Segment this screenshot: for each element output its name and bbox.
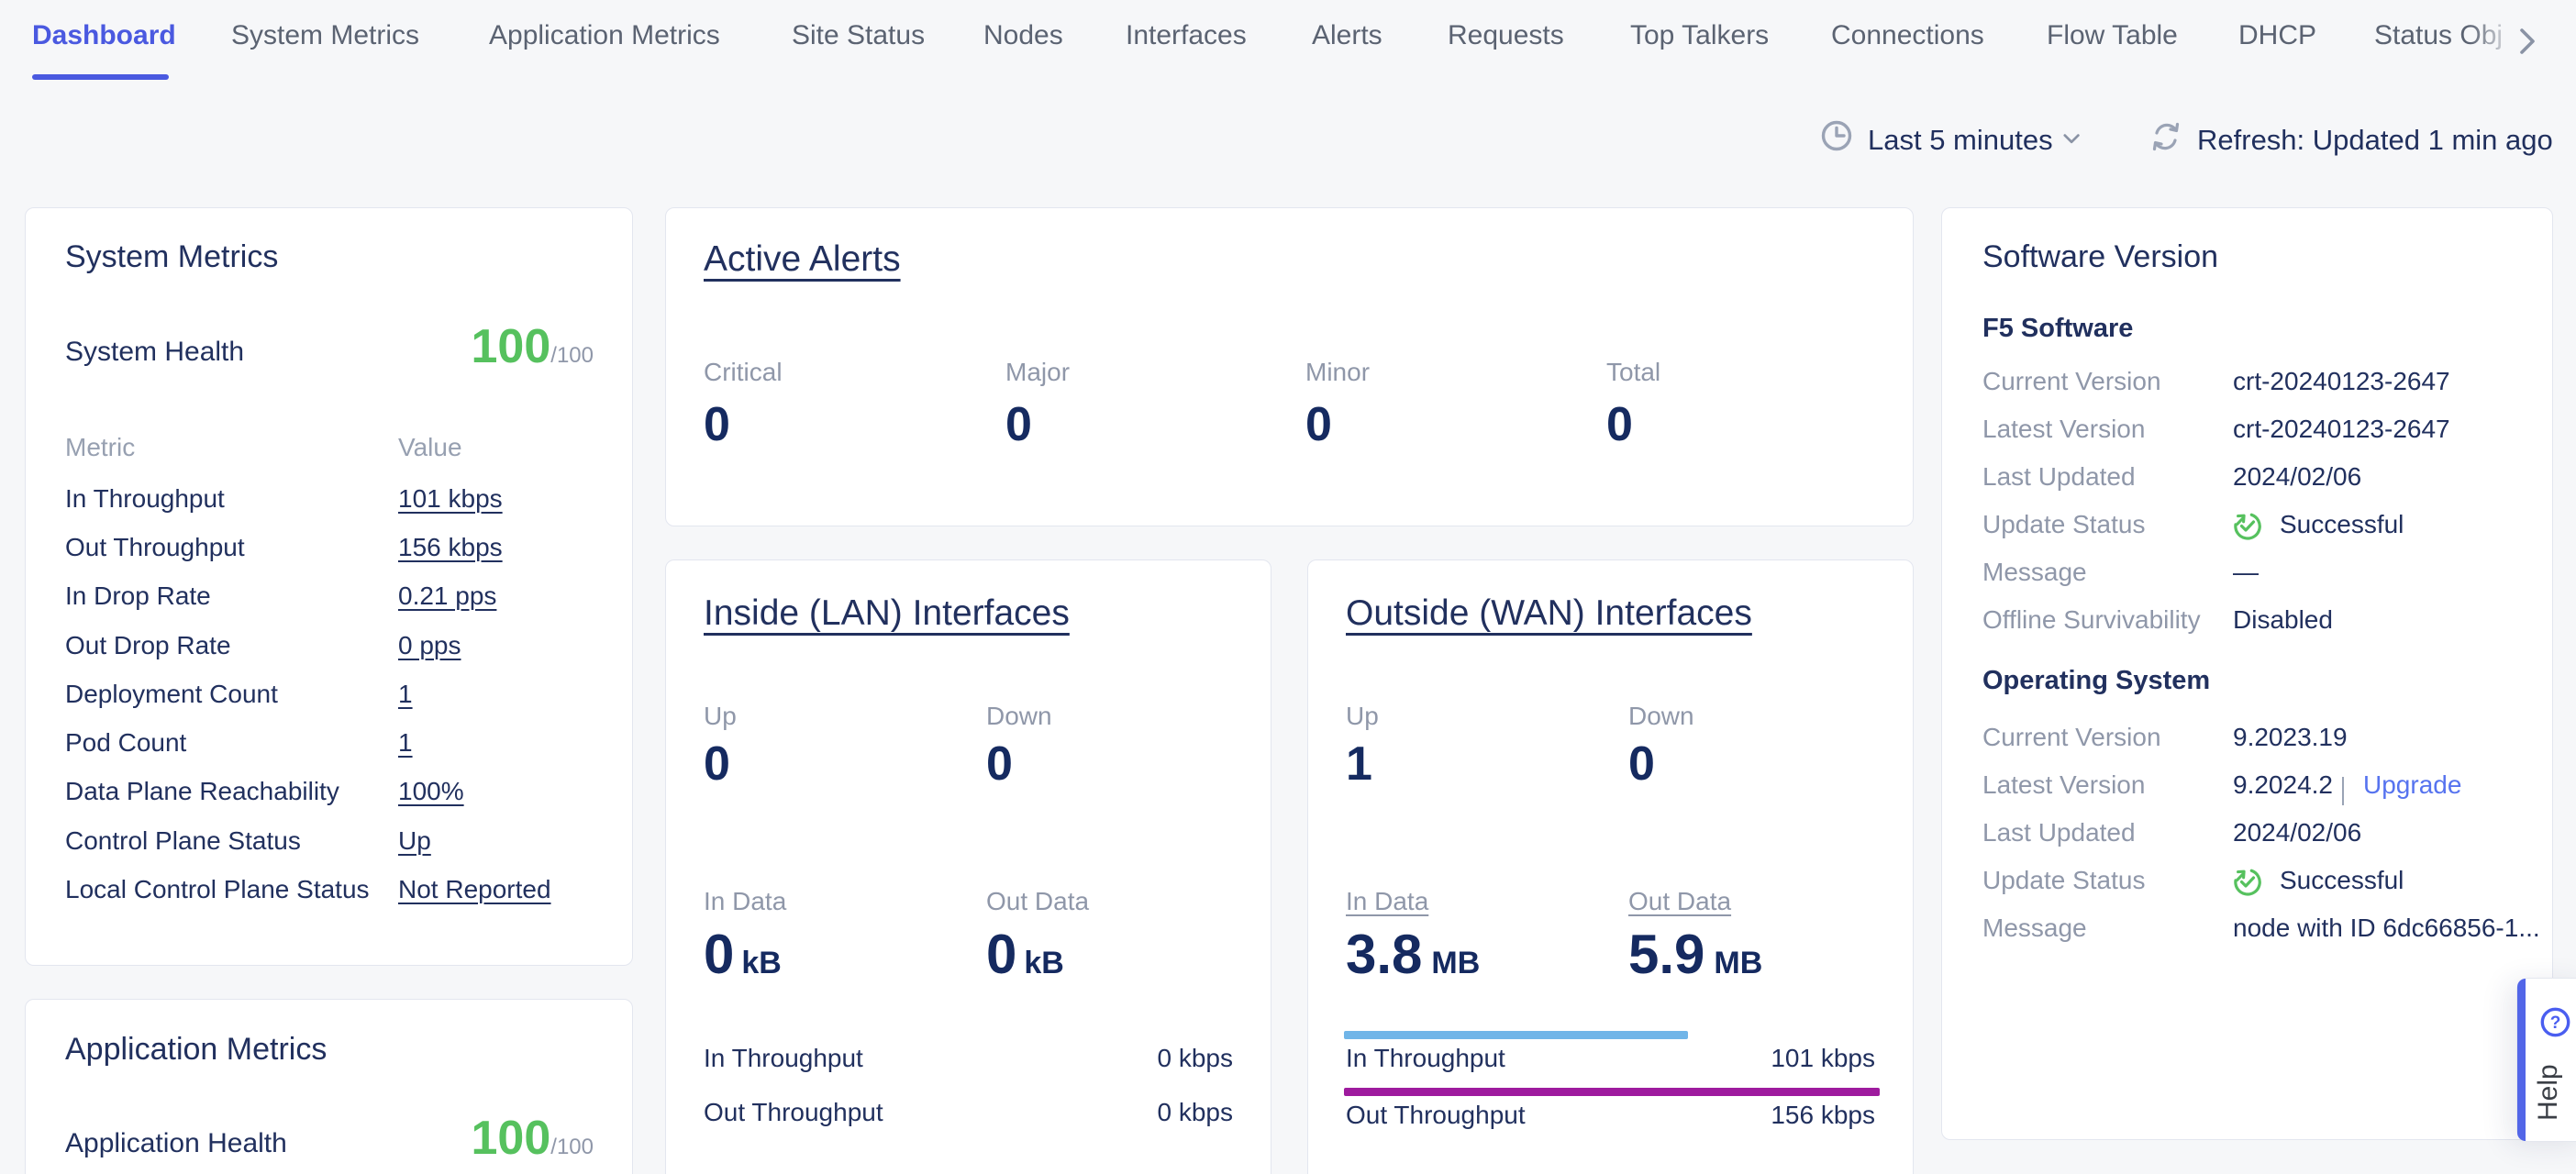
svg-text:?: ? <box>2550 1013 2561 1033</box>
